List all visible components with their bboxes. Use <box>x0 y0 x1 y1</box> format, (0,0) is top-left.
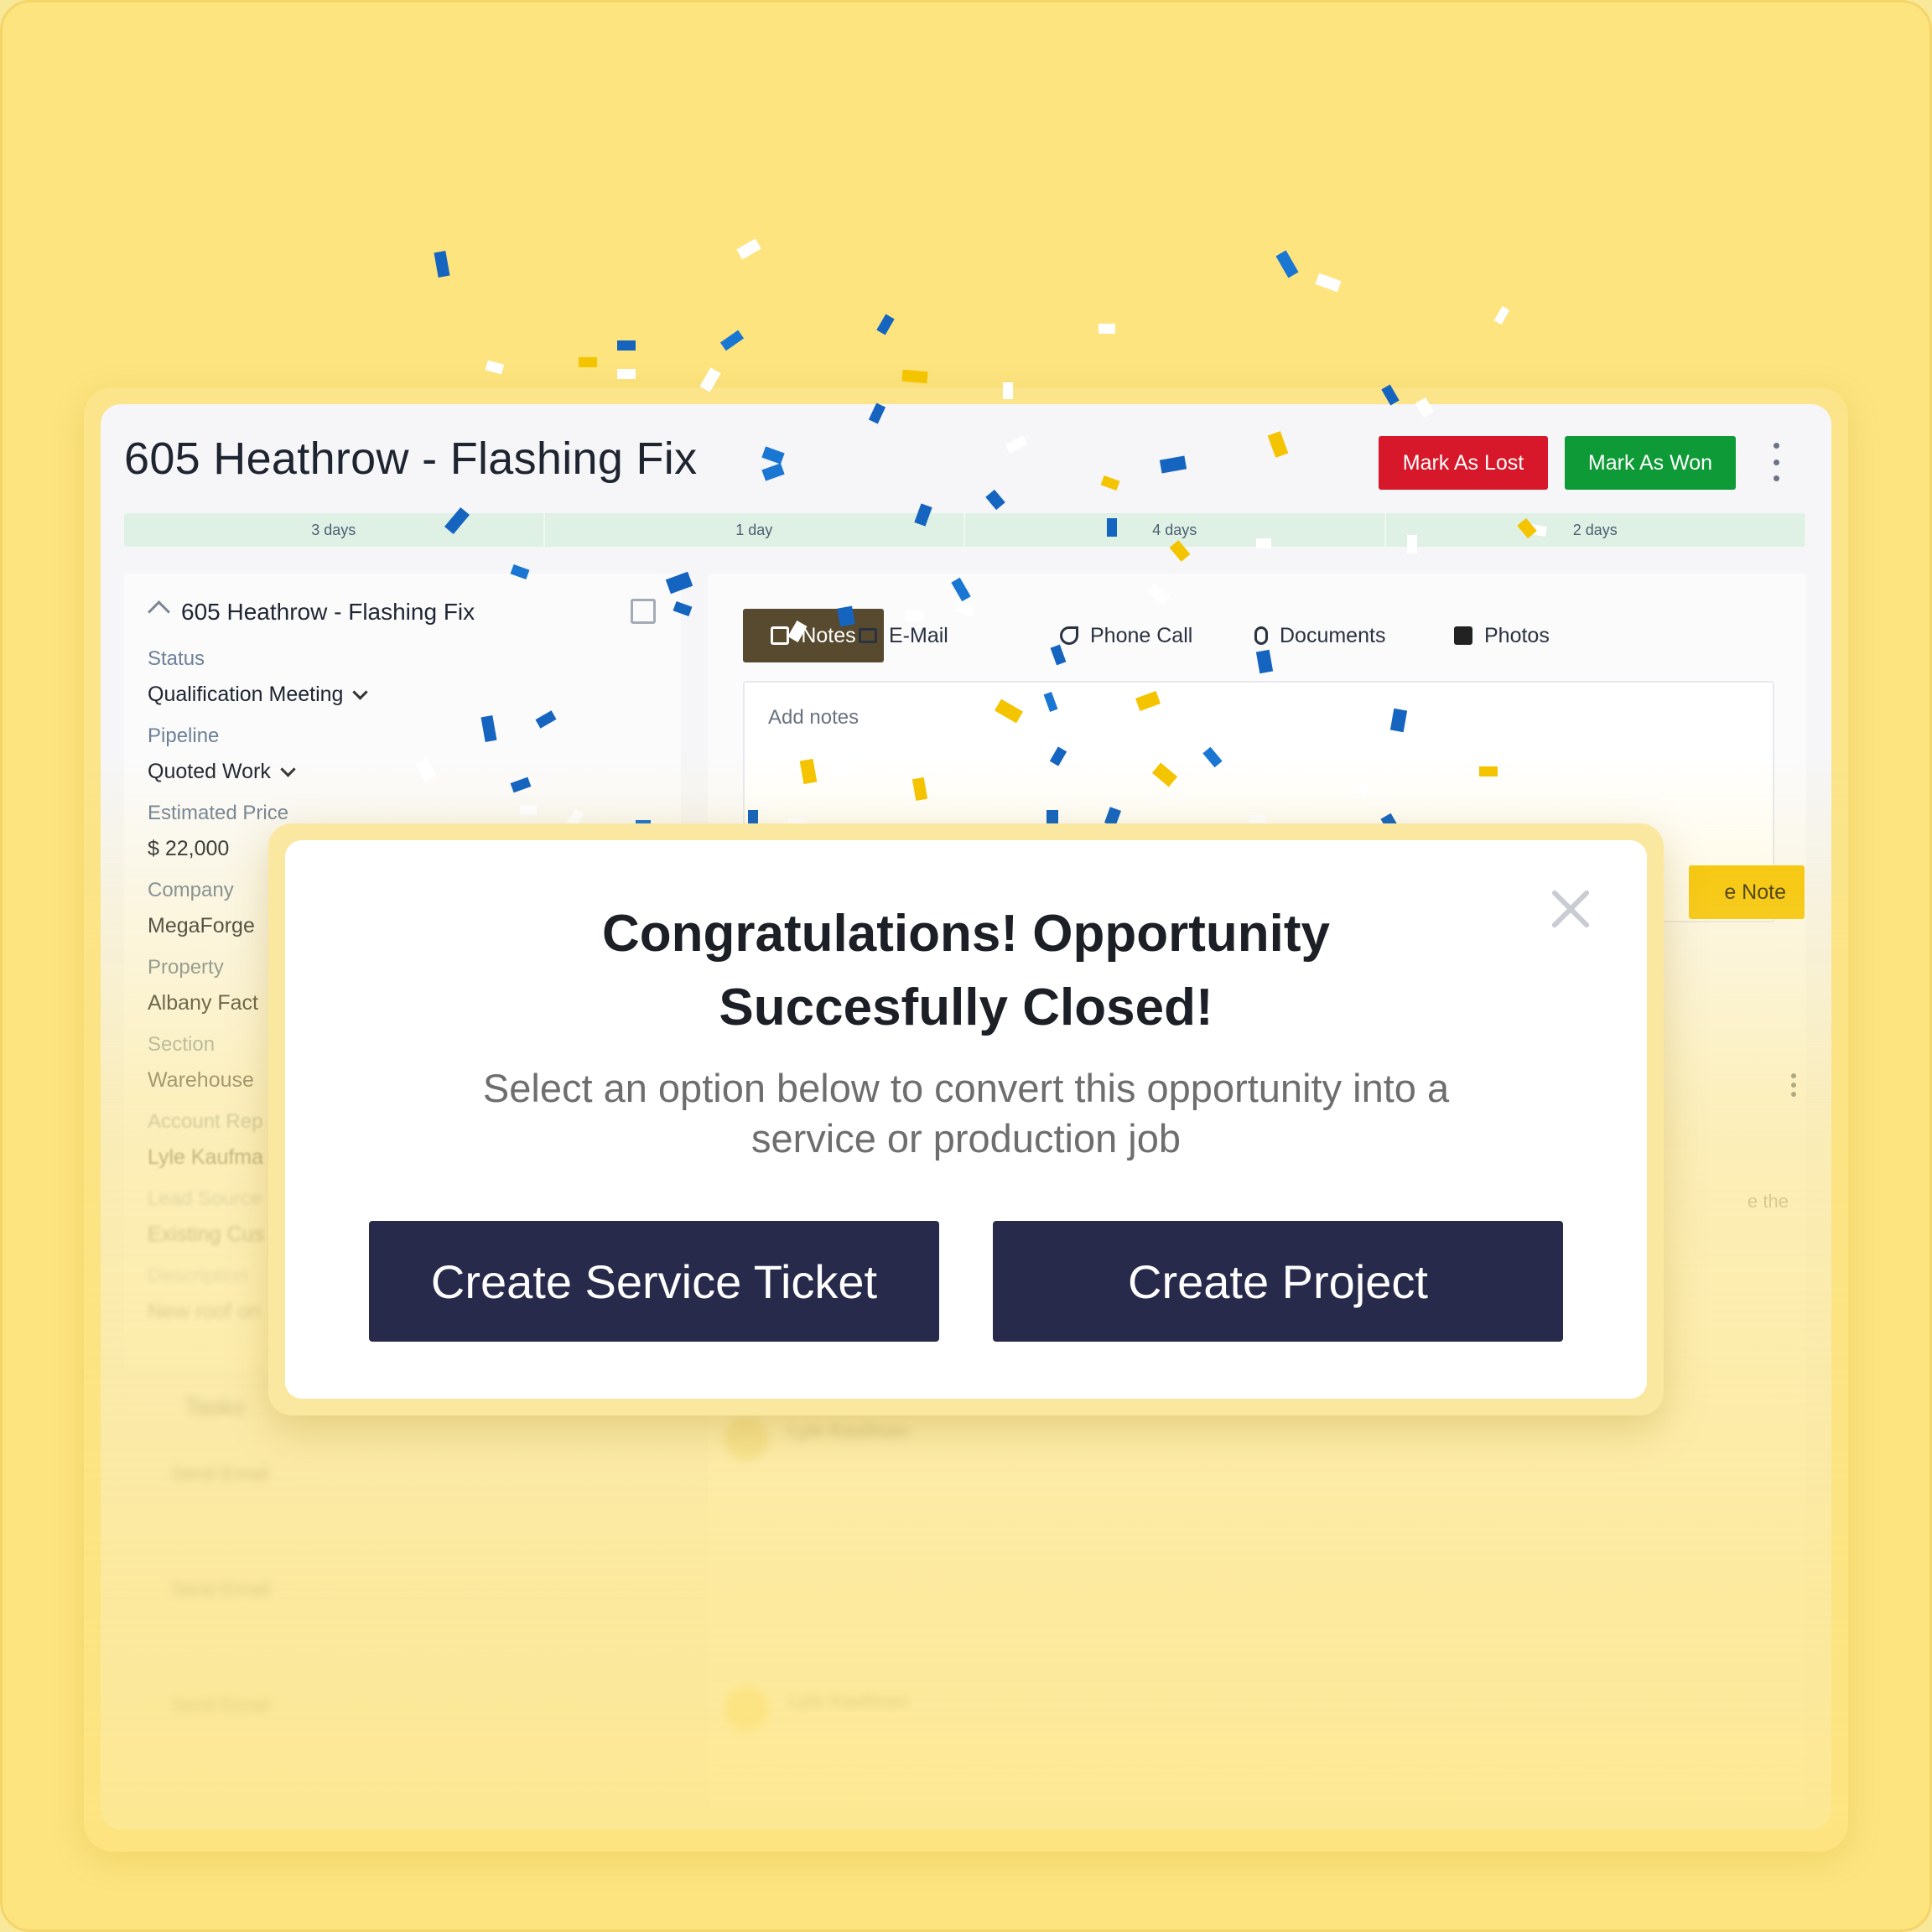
modal-subtitle: Select an option below to convert this o… <box>482 1066 1450 1161</box>
task-item[interactable]: Send Email <box>171 1694 270 1716</box>
task-item[interactable]: Send Email <box>171 1462 270 1485</box>
close-icon[interactable] <box>1548 887 1592 931</box>
field-value: New roof on <box>148 1300 261 1323</box>
activity-author: Lyle Kaufman <box>788 1690 909 1711</box>
property-field: Property Albany Fact <box>148 956 258 1015</box>
opportunity-closed-modal: Congratulations! Opportunity Succesfully… <box>285 840 1647 1399</box>
field-label: Property <box>148 956 224 979</box>
modal-title: Congratulations! Opportunity Succesfully… <box>602 905 1330 1036</box>
field-value: Warehouse <box>148 1068 254 1092</box>
tasks-heading: Tasks <box>184 1394 245 1420</box>
field-value[interactable]: Albany Fact <box>148 991 258 1015</box>
more-options-icon[interactable] <box>1789 1073 1798 1097</box>
field-value: Existing Cus <box>148 1223 264 1246</box>
avatar <box>724 1687 768 1731</box>
field-label: Description <box>148 1265 249 1287</box>
field-value: Lyle Kaufma <box>148 1145 264 1169</box>
section-field: Section Warehouse <box>148 1033 254 1093</box>
description-field: Description New roof on <box>148 1265 261 1324</box>
activity-text: e the <box>1748 1191 1789 1212</box>
account-rep-field: Account Rep Lyle Kaufma <box>148 1110 263 1170</box>
field-label: Section <box>148 1033 216 1056</box>
field-label: Account Rep <box>148 1110 263 1133</box>
create-service-ticket-button[interactable]: Create Service Ticket <box>369 1221 939 1342</box>
avatar <box>724 1417 768 1461</box>
activity-author: Lyle Kaufman <box>788 1420 909 1441</box>
field-label: Lead Source <box>148 1187 262 1210</box>
confetti-decoration <box>415 238 1547 833</box>
confetti-pieces <box>415 238 1547 833</box>
lead-source-field: Lead Source Existing Cus <box>148 1187 264 1247</box>
create-project-button[interactable]: Create Project <box>993 1221 1563 1342</box>
task-item[interactable]: Send Email <box>171 1578 270 1601</box>
